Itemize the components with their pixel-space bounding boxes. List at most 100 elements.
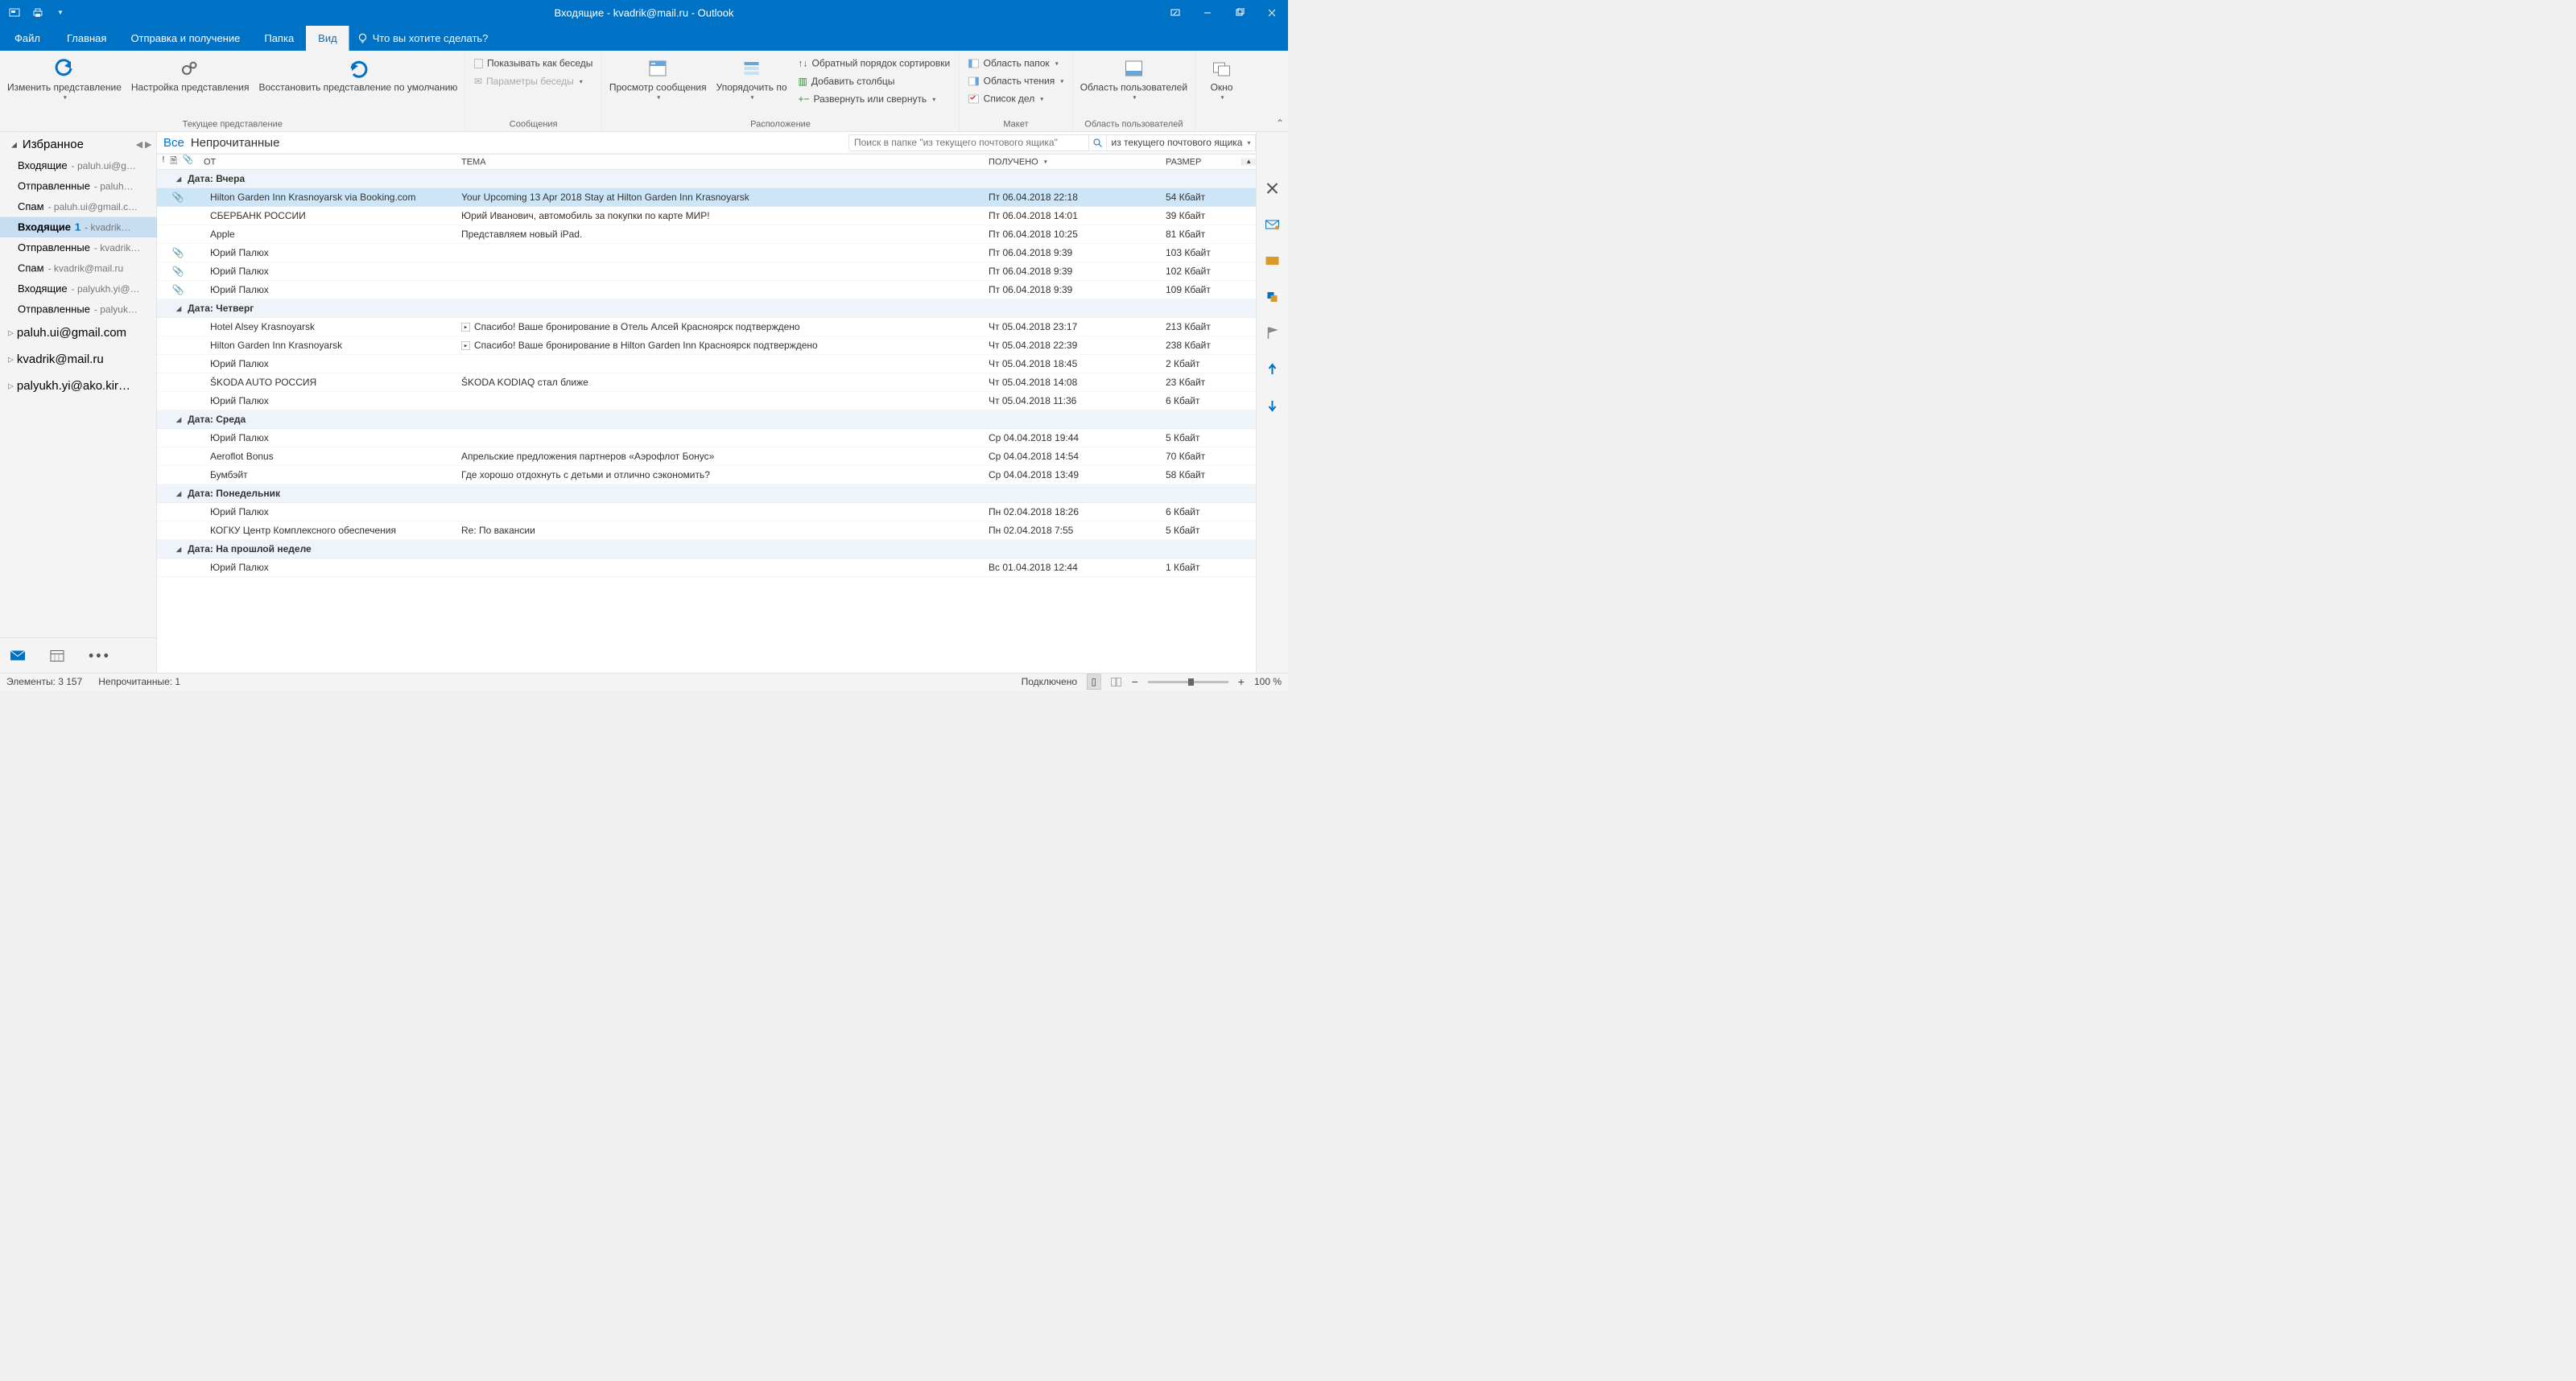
mail-row[interactable]: 📎Юрий ПалюхПт 06.04.2018 9:39103 Кбайт (157, 244, 1256, 262)
lightbulb-icon (357, 33, 369, 44)
reading-pane-button[interactable]: Область чтения▾ (966, 74, 1067, 89)
mail-row[interactable]: Hotel Alsey Krasnoyarsk▸Спасибо! Ваше бр… (157, 318, 1256, 336)
mail-group-header[interactable]: ◢Дата: Вчера (157, 170, 1256, 188)
search-input[interactable] (849, 137, 1088, 148)
mail-row[interactable]: Юрий ПалюхЧт 05.04.2018 18:452 Кбайт (157, 355, 1256, 373)
reset-view-button[interactable]: Восстановить представление по умолчанию (254, 54, 463, 95)
tab-file[interactable]: Файл (0, 26, 55, 51)
add-columns-button[interactable]: ▥Добавить столбцы (796, 74, 953, 89)
sidebar-account[interactable]: ▷kvadrik@mail.ru (0, 346, 157, 373)
window-button[interactable]: Окно▾ (1198, 54, 1246, 103)
mail-group-header[interactable]: ◢Дата: Понедельник (157, 484, 1256, 503)
sidebar-account[interactable]: ▷paluh.ui@gmail.com (0, 319, 157, 346)
filter-all[interactable]: Все (163, 136, 184, 150)
mail-row[interactable]: Юрий ПалюхПн 02.04.2018 18:266 Кбайт (157, 503, 1256, 521)
search-icon[interactable] (1088, 135, 1106, 150)
search-scope-dropdown[interactable]: из текущего почтового ящика▾ (1107, 134, 1257, 150)
sidebar-folder-item[interactable]: Входящие1- kvadrik… (0, 217, 157, 238)
mail-row[interactable]: БумбэйтГде хорошо отдохнуть с детьми и о… (157, 466, 1256, 484)
mail-row[interactable]: 📎Hilton Garden Inn Krasnoyarsk via Booki… (157, 188, 1256, 207)
zoom-in-button[interactable]: + (1238, 675, 1245, 688)
list-icon (742, 57, 762, 80)
importance-column-icon[interactable]: ! (162, 155, 164, 170)
mark-read-icon[interactable] (1264, 216, 1280, 233)
received-column[interactable]: ПОЛУЧЕНО▾ (984, 157, 1161, 167)
folder-pane-button[interactable]: Область папок▾ (966, 56, 1067, 71)
size-column[interactable]: РАЗМЕР (1161, 157, 1241, 167)
mail-row[interactable]: 📎Юрий ПалюхПт 06.04.2018 9:39102 Кбайт (157, 262, 1256, 281)
mail-row[interactable]: AppleПредставляем новый iPad.Пт 06.04.20… (157, 225, 1256, 244)
zoom-out-button[interactable]: − (1132, 675, 1138, 688)
sidebar-folder-item[interactable]: Спам- kvadrik@mail.ru (0, 258, 157, 279)
collapse-ribbon-button[interactable]: ⌃ (1276, 117, 1284, 130)
scroll-up-button[interactable]: ▲ (1241, 159, 1256, 166)
item-type-column-icon[interactable]: 🗎 (170, 155, 177, 170)
tab-view[interactable]: Вид (306, 26, 349, 51)
ribbon: Изменить представление▾ Настройка предст… (0, 51, 1288, 132)
print-icon[interactable] (31, 6, 45, 20)
reverse-sort-button[interactable]: ↑↓Обратный порядок сортировки (796, 56, 953, 71)
nav-prev-icon[interactable]: ◀ (136, 139, 142, 150)
tab-send-receive[interactable]: Отправка и получение (118, 26, 252, 51)
change-view-button[interactable]: Изменить представление▾ (2, 54, 126, 103)
calendar-nav-icon[interactable] (50, 649, 64, 662)
mail-row[interactable]: Юрий ПалюхВс 01.04.2018 12:441 Кбайт (157, 559, 1256, 577)
mail-nav-icon[interactable] (10, 649, 26, 662)
sidebar-folder-item[interactable]: Отправленные- kvadrik… (0, 237, 157, 258)
attachment-column-icon[interactable]: 📎 (183, 155, 194, 170)
from-column[interactable]: ОТ (199, 157, 456, 167)
sidebar-folder-item[interactable]: Входящие- palyukh.yi@… (0, 278, 157, 299)
mail-row[interactable]: Юрий ПалюхСр 04.04.2018 19:445 Кбайт (157, 429, 1256, 447)
move-up-icon[interactable] (1264, 361, 1280, 377)
attachment-icon: 📎 (172, 266, 184, 278)
show-as-conversations-checkbox[interactable]: Показывать как беседы (472, 56, 595, 71)
sidebar-folder-item[interactable]: Спам- paluh.ui@gmail.c… (0, 196, 157, 217)
mail-row[interactable]: КОГКУ Центр Комплексного обеспеченияRe: … (157, 521, 1256, 540)
chevron-right-icon: ▷ (8, 381, 14, 390)
tab-home[interactable]: Главная (55, 26, 118, 51)
nav-next-icon[interactable]: ▶ (145, 139, 151, 150)
view-settings-button[interactable]: Настройка представления (126, 54, 254, 95)
favorites-section[interactable]: ◢ Избранное ◀▶ (0, 132, 157, 155)
sidebar-folder-item[interactable]: Отправленные- paluh… (0, 176, 157, 197)
people-pane-button[interactable]: Область пользователей▾ (1075, 54, 1192, 103)
mark-unread-icon[interactable] (1264, 253, 1280, 269)
pane-right-icon (968, 76, 980, 86)
minimize-button[interactable] (1191, 0, 1224, 26)
mail-group-header[interactable]: ◢Дата: На прошлой неделе (157, 540, 1256, 559)
flag-icon[interactable] (1264, 325, 1280, 341)
sidebar-account[interactable]: ▷palyukh.yi@ako.kir… (0, 373, 157, 399)
mail-row[interactable]: СБЕРБАНК РОССИИЮрий Иванович, автомобиль… (157, 207, 1256, 225)
mail-row[interactable]: 📎Юрий ПалюхПт 06.04.2018 9:39109 Кбайт (157, 281, 1256, 299)
move-down-icon[interactable] (1264, 398, 1280, 414)
tell-me-search[interactable]: Что вы хотите сделать? (349, 26, 497, 51)
mail-row[interactable]: Aeroflot BonusАпрельские предложения пар… (157, 447, 1256, 466)
qa-save-icon[interactable] (8, 6, 23, 20)
ribbon-display-icon[interactable] (1159, 0, 1191, 26)
arrange-by-button[interactable]: Упорядочить по▾ (712, 54, 792, 103)
maximize-button[interactable] (1224, 0, 1256, 26)
preview-pane-icon (648, 57, 667, 80)
mail-group-header[interactable]: ◢Дата: Четверг (157, 299, 1256, 318)
view-reading-icon[interactable] (1111, 677, 1122, 686)
zoom-slider[interactable] (1148, 681, 1228, 683)
subject-column[interactable]: ТЕМА (456, 157, 984, 167)
mail-row[interactable]: ŠKODA AUTO РОССИЯŠKODA KODIAQ стал ближе… (157, 373, 1256, 392)
more-nav-icon[interactable]: ••• (89, 647, 111, 664)
attachment-icon: 📎 (172, 247, 184, 259)
qa-dropdown-icon[interactable]: ▼ (53, 6, 68, 20)
mail-group-header[interactable]: ◢Дата: Среда (157, 410, 1256, 429)
message-preview-button[interactable]: Просмотр сообщения▾ (605, 54, 712, 103)
categorize-icon[interactable] (1264, 289, 1280, 305)
view-normal-icon[interactable]: ▯ (1087, 674, 1101, 690)
tab-folder[interactable]: Папка (252, 26, 306, 51)
close-button[interactable] (1256, 0, 1288, 26)
expand-collapse-button[interactable]: +−Развернуть или свернуть▾ (796, 93, 953, 107)
sidebar-folder-item[interactable]: Входящие- paluh.ui@g… (0, 155, 157, 176)
mail-row[interactable]: Hilton Garden Inn Krasnoyarsk▸Спасибо! В… (157, 336, 1256, 355)
mail-row[interactable]: Юрий ПалюхЧт 05.04.2018 11:366 Кбайт (157, 392, 1256, 410)
filter-unread[interactable]: Непрочитанные (191, 136, 280, 150)
delete-icon[interactable] (1264, 180, 1280, 196)
sidebar-folder-item[interactable]: Отправленные- palyuk… (0, 299, 157, 320)
todo-bar-button[interactable]: Список дел▾ (966, 92, 1067, 106)
